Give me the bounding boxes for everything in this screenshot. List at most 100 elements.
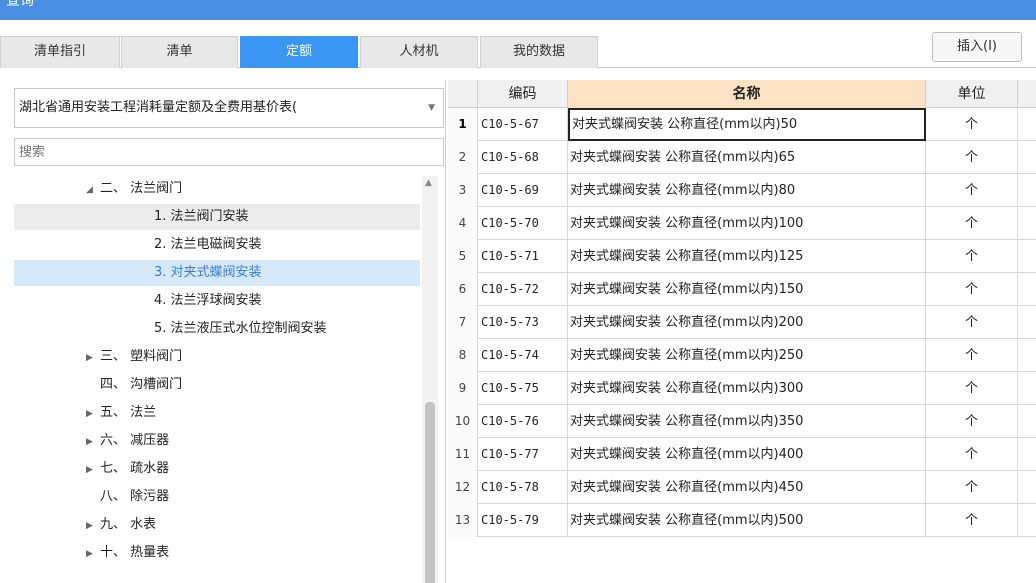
library-select[interactable]: 湖北省通用安装工程消耗量定额及全费用基价表( ▼	[14, 88, 444, 128]
unit-cell[interactable]: 个	[926, 174, 1018, 207]
tree-item[interactable]: ▶ 九、 水表	[14, 512, 420, 538]
unit-cell[interactable]: 个	[926, 240, 1018, 273]
name-cell[interactable]: 对夹式蝶阀安装 公称直径(mm以内)65	[568, 141, 926, 174]
name-cell[interactable]: 对夹式蝶阀安装 公称直径(mm以内)400	[568, 438, 926, 471]
unit-cell[interactable]: 个	[926, 339, 1018, 372]
row-index[interactable]: 3	[448, 174, 478, 207]
code-cell[interactable]: C10-5-68	[478, 141, 568, 174]
table-row[interactable]: 5 C10-5-71 对夹式蝶阀安装 公称直径(mm以内)125 个	[448, 240, 1036, 273]
name-cell[interactable]: 对夹式蝶阀安装 公称直径(mm以内)250	[568, 339, 926, 372]
row-index[interactable]: 11	[448, 438, 478, 471]
tree-item[interactable]: 四、 沟槽阀门	[14, 372, 420, 398]
table-row[interactable]: 9 C10-5-75 对夹式蝶阀安装 公称直径(mm以内)300 个	[448, 372, 1036, 405]
code-cell[interactable]: C10-5-78	[478, 471, 568, 504]
name-cell[interactable]: 对夹式蝶阀安装 公称直径(mm以内)100	[568, 207, 926, 240]
code-cell[interactable]: C10-5-69	[478, 174, 568, 207]
table-row[interactable]: 11 C10-5-77 对夹式蝶阀安装 公称直径(mm以内)400 个	[448, 438, 1036, 471]
code-cell[interactable]: C10-5-74	[478, 339, 568, 372]
code-cell[interactable]: C10-5-72	[478, 273, 568, 306]
unit-cell[interactable]: 个	[926, 273, 1018, 306]
row-index[interactable]: 5	[448, 240, 478, 273]
code-cell[interactable]: C10-5-73	[478, 306, 568, 339]
header-name[interactable]: 名称	[568, 80, 926, 108]
unit-cell[interactable]: 个	[926, 372, 1018, 405]
tab-bill-guide[interactable]: 清单指引	[0, 36, 120, 68]
table-row[interactable]: 4 C10-5-70 对夹式蝶阀安装 公称直径(mm以内)100 个	[448, 207, 1036, 240]
code-cell[interactable]: C10-5-79	[478, 504, 568, 537]
expand-arrow-icon[interactable]: ▶	[86, 457, 100, 483]
unit-cell[interactable]: 个	[926, 306, 1018, 339]
collapse-arrow-icon[interactable]: ◢	[86, 177, 100, 203]
name-cell[interactable]: 对夹式蝶阀安装 公称直径(mm以内)300	[568, 372, 926, 405]
tree-scrollbar[interactable]: ▲	[422, 176, 438, 583]
unit-cell[interactable]: 个	[926, 141, 1018, 174]
row-index[interactable]: 1	[448, 108, 478, 141]
unit-cell[interactable]: 个	[926, 504, 1018, 537]
name-cell[interactable]: 对夹式蝶阀安装 公称直径(mm以内)50	[568, 108, 926, 141]
expand-arrow-icon[interactable]: ▶	[86, 401, 100, 427]
row-index[interactable]: 2	[448, 141, 478, 174]
tab-my-data[interactable]: 我的数据	[480, 36, 598, 68]
tree-item[interactable]: ▶ 三、 塑料阀门	[14, 344, 420, 370]
table-row[interactable]: 13 C10-5-79 对夹式蝶阀安装 公称直径(mm以内)500 个	[448, 504, 1036, 537]
unit-cell[interactable]: 个	[926, 438, 1018, 471]
row-index[interactable]: 7	[448, 306, 478, 339]
tree-item[interactable]: 2. 法兰电磁阀安装	[14, 232, 420, 258]
table-row[interactable]: 8 C10-5-74 对夹式蝶阀安装 公称直径(mm以内)250 个	[448, 339, 1036, 372]
code-cell[interactable]: C10-5-75	[478, 372, 568, 405]
code-cell[interactable]: C10-5-67	[478, 108, 568, 141]
name-cell[interactable]: 对夹式蝶阀安装 公称直径(mm以内)150	[568, 273, 926, 306]
expand-arrow-icon[interactable]: ▶	[86, 429, 100, 455]
name-cell[interactable]: 对夹式蝶阀安装 公称直径(mm以内)350	[568, 405, 926, 438]
row-index[interactable]: 6	[448, 273, 478, 306]
scroll-up-icon[interactable]: ▲	[425, 178, 432, 188]
tab-bill[interactable]: 清单	[121, 36, 238, 68]
expand-arrow-icon[interactable]: ▶	[86, 541, 100, 567]
table-row[interactable]: 3 C10-5-69 对夹式蝶阀安装 公称直径(mm以内)80 个	[448, 174, 1036, 207]
tree-item[interactable]: 3. 对夹式蝶阀安装	[14, 260, 420, 286]
table-row[interactable]: 12 C10-5-78 对夹式蝶阀安装 公称直径(mm以内)450 个	[448, 471, 1036, 504]
tree-item[interactable]: 1. 法兰阀门安装	[14, 204, 420, 230]
tab-labor-material-machine[interactable]: 人材机	[360, 36, 478, 68]
header-code[interactable]: 编码	[478, 80, 568, 108]
name-cell[interactable]: 对夹式蝶阀安装 公称直径(mm以内)125	[568, 240, 926, 273]
tree-item[interactable]: ◢ 二、 法兰阀门	[14, 176, 420, 202]
row-index[interactable]: 8	[448, 339, 478, 372]
name-cell[interactable]: 对夹式蝶阀安装 公称直径(mm以内)500	[568, 504, 926, 537]
expand-arrow-icon[interactable]: ▶	[86, 345, 100, 371]
scroll-thumb[interactable]	[425, 402, 435, 583]
row-index[interactable]: 10	[448, 405, 478, 438]
code-cell[interactable]: C10-5-70	[478, 207, 568, 240]
name-cell[interactable]: 对夹式蝶阀安装 公称直径(mm以内)80	[568, 174, 926, 207]
row-index[interactable]: 9	[448, 372, 478, 405]
tree-item[interactable]: ▶ 五、 法兰	[14, 400, 420, 426]
row-index[interactable]: 4	[448, 207, 478, 240]
code-cell[interactable]: C10-5-76	[478, 405, 568, 438]
table-row[interactable]: 2 C10-5-68 对夹式蝶阀安装 公称直径(mm以内)65 个	[448, 141, 1036, 174]
table-row[interactable]: 10 C10-5-76 对夹式蝶阀安装 公称直径(mm以内)350 个	[448, 405, 1036, 438]
expand-arrow-icon[interactable]: ▶	[86, 513, 100, 539]
name-cell[interactable]: 对夹式蝶阀安装 公称直径(mm以内)450	[568, 471, 926, 504]
tree-item[interactable]: 5. 法兰液压式水位控制阀安装	[14, 316, 420, 342]
header-unit[interactable]: 单位	[926, 80, 1018, 108]
tree-item[interactable]: 4. 法兰浮球阀安装	[14, 288, 420, 314]
search-input[interactable]	[14, 138, 444, 166]
tree-item[interactable]: ▶ 十、 热量表	[14, 540, 420, 566]
tree-item[interactable]: ▶ 六、 减压器	[14, 428, 420, 454]
unit-cell[interactable]: 个	[926, 405, 1018, 438]
unit-cell[interactable]: 个	[926, 471, 1018, 504]
table-row[interactable]: 1 C10-5-67 对夹式蝶阀安装 公称直径(mm以内)50 个	[448, 108, 1036, 141]
row-index[interactable]: 12	[448, 471, 478, 504]
row-index[interactable]: 13	[448, 504, 478, 537]
tree-item[interactable]: ▶ 七、 疏水器	[14, 456, 420, 482]
unit-cell[interactable]: 个	[926, 108, 1018, 141]
unit-cell[interactable]: 个	[926, 207, 1018, 240]
name-cell[interactable]: 对夹式蝶阀安装 公称直径(mm以内)200	[568, 306, 926, 339]
insert-button[interactable]: 插入(I)	[932, 32, 1022, 62]
tree-item[interactable]: 八、 除污器	[14, 484, 420, 510]
table-row[interactable]: 6 C10-5-72 对夹式蝶阀安装 公称直径(mm以内)150 个	[448, 273, 1036, 306]
table-row[interactable]: 7 C10-5-73 对夹式蝶阀安装 公称直径(mm以内)200 个	[448, 306, 1036, 339]
code-cell[interactable]: C10-5-77	[478, 438, 568, 471]
code-cell[interactable]: C10-5-71	[478, 240, 568, 273]
tab-quota[interactable]: 定额	[240, 36, 358, 68]
